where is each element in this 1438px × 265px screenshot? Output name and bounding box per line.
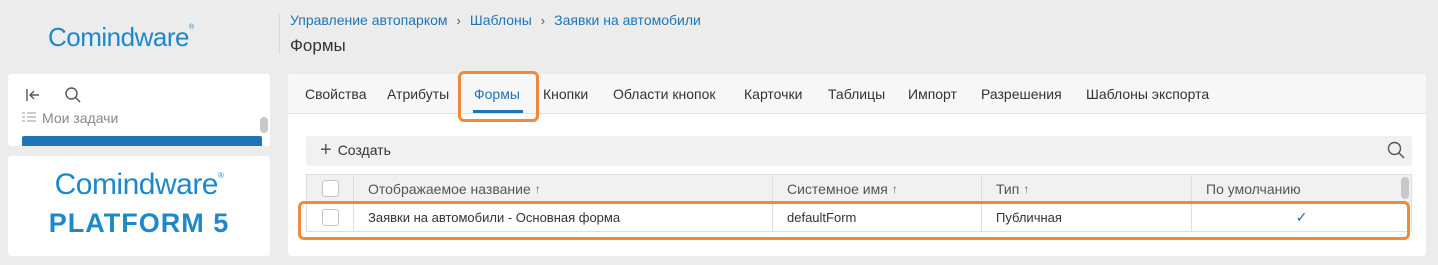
tab-button-areas[interactable]: Области кнопок [613,86,716,102]
comindware-logo[interactable]: Comindware® [48,22,194,53]
tab-permissions[interactable]: Разрешения [981,86,1062,102]
sort-asc-icon: ↑ [534,181,541,196]
tab-buttons[interactable]: Кнопки [543,86,588,102]
breadcrumb: Управление автопарком › Шаблоны › Заявки… [290,12,701,28]
tabs-bar: Свойства Атрибуты Формы Кнопки Области к… [288,74,1426,114]
task-list-icon [22,110,36,126]
search-icon[interactable] [1386,140,1408,162]
create-button-label: Создать [337,142,391,158]
breadcrumb-car-requests[interactable]: Заявки на автомобили [554,12,701,28]
nav-item-active[interactable] [22,136,262,146]
cell-default: ✓ [1191,203,1411,231]
search-icon[interactable] [60,82,86,108]
select-all-checkbox[interactable] [321,180,339,197]
column-system-name[interactable]: Системное имя ↑ [772,175,981,202]
table-header: Отображаемое название ↑ Системное имя ↑ Ти… [306,174,1412,202]
breadcrumb-templates[interactable]: Шаблоны [470,12,532,28]
column-type[interactable]: Тип ↑ [981,175,1191,202]
active-tab-indicator [473,110,523,113]
navigation-panel: Мои задачи [8,74,270,146]
row-select-cell [307,203,353,231]
sort-asc-icon: ↑ [1023,181,1030,196]
plus-icon: + [320,139,332,161]
row-checkbox[interactable] [321,208,339,226]
platform-product: PLATFORM 5 [48,208,230,238]
cell-display-name[interactable]: Заявки на автомобили - Основная форма [353,203,772,231]
tab-attributes[interactable]: Атрибуты [387,86,449,102]
select-all-cell [307,175,353,202]
nav-scrollbar[interactable] [260,117,268,133]
tab-forms[interactable]: Формы [474,86,520,102]
sort-asc-icon: ↑ [891,181,898,196]
toolbar: + Создать [306,136,1412,166]
cell-system-name: defaultForm [772,203,981,231]
column-display-name[interactable]: Отображаемое название ↑ [353,175,772,202]
page-title: Формы [290,36,346,55]
nav-item-label: Мои задачи [42,110,119,126]
tab-import[interactable]: Импорт [908,86,957,102]
tab-tables[interactable]: Таблицы [828,86,885,102]
tab-cards[interactable]: Карточки [744,86,802,102]
cell-type: Публичная [981,203,1191,231]
platform-brand: Comindware® [54,168,224,201]
forms-table: Отображаемое название ↑ Системное имя ↑ Ти… [306,174,1412,232]
header-divider [279,14,280,54]
forms-panel: Свойства Атрибуты Формы Кнопки Области к… [288,74,1426,256]
tab-properties[interactable]: Свойства [305,86,366,102]
create-button[interactable]: + Создать [320,139,391,161]
nav-item-my-tasks[interactable]: Мои задачи [22,110,118,126]
column-default[interactable]: По умолчанию [1191,175,1401,202]
checkmark-icon: ✓ [1295,208,1308,225]
tab-export-templates[interactable]: Шаблоны экспорта [1086,86,1209,102]
breadcrumb-fleet-management[interactable]: Управление автопарком [290,12,448,28]
chevron-right-icon: › [456,12,461,28]
table-row[interactable]: Заявки на автомобили - Основная форма de… [306,202,1412,232]
platform-logo: Comindware® PLATFORM 5 [8,156,270,256]
table-scrollbar[interactable] [1401,177,1409,199]
collapse-panel-icon[interactable] [20,82,46,108]
chevron-right-icon: › [540,12,546,28]
